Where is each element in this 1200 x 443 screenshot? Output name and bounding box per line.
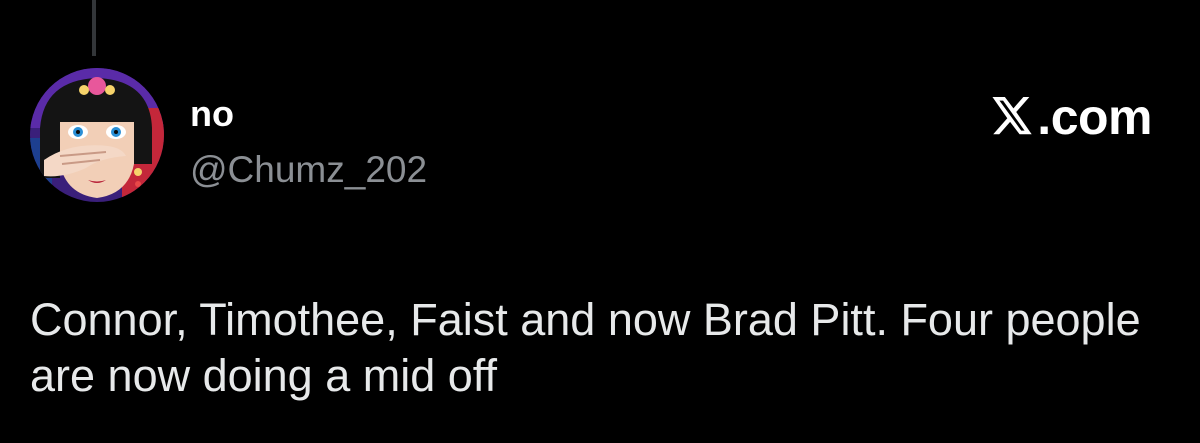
- author-display-name[interactable]: no: [190, 94, 234, 134]
- x-brand-mark: .com: [990, 92, 1152, 142]
- avatar[interactable]: [30, 68, 164, 202]
- avatar-illustration: [30, 68, 164, 202]
- tweet-body-text: Connor, Timothee, Faist and now Brad Pit…: [30, 294, 1141, 401]
- brand-domain-text: .com: [1037, 89, 1152, 145]
- thread-connector-line: [92, 0, 96, 56]
- x-logo-icon: [992, 97, 1032, 135]
- author-handle[interactable]: @Chumz_202: [190, 148, 427, 192]
